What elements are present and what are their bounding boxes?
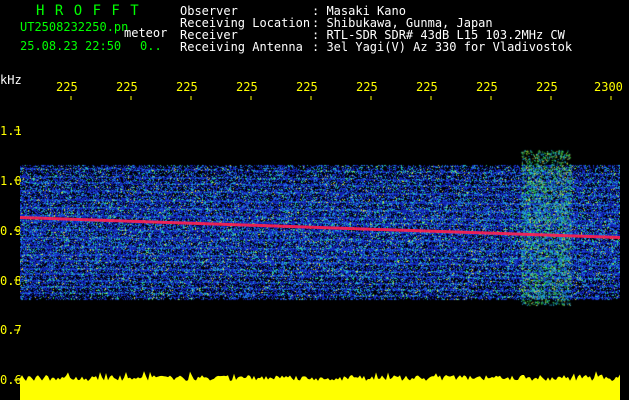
amplitude-bar	[20, 371, 620, 400]
chart-overlay	[14, 96, 621, 400]
carrier-trace	[19, 216, 621, 239]
spectrogram-window: H R O F F T UT2508232250.pn meteor 25.08…	[0, 0, 629, 400]
